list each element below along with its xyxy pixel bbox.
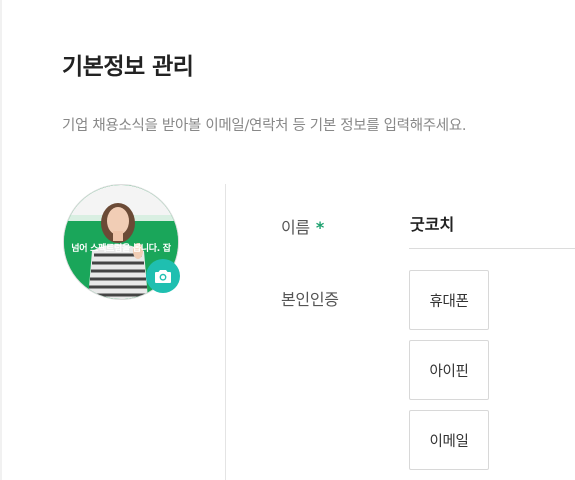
verify-ipin-button[interactable]: 아이핀: [409, 340, 489, 400]
name-value[interactable]: 굿코치: [410, 211, 454, 235]
verification-label: 본인인증: [281, 290, 339, 309]
camera-icon: [155, 270, 171, 283]
left-border: [0, 0, 2, 480]
page-description: 기업 채용소식을 받아볼 이메일/연락처 등 기본 정보를 입력해주세요.: [62, 118, 467, 134]
verify-phone-button[interactable]: 휴대폰: [409, 270, 489, 330]
page-title: 기본정보 관리: [62, 54, 194, 80]
name-label: 이름 *: [281, 214, 324, 238]
verify-email-button[interactable]: 이메일: [409, 410, 489, 470]
required-mark: *: [315, 218, 324, 237]
change-photo-button[interactable]: [146, 259, 180, 293]
profile-photo-section: 넘어 스펙트럼을 봅니다. 잡: [63, 184, 180, 300]
name-label-text: 이름: [281, 218, 310, 237]
section-divider: [225, 184, 226, 480]
photo-caption: 넘어 스펙트럼을 봅니다. 잡: [71, 244, 171, 254]
name-field-underline: [409, 248, 575, 249]
